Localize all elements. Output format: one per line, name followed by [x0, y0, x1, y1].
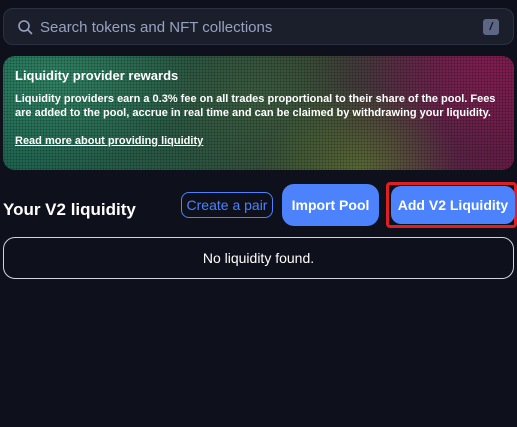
page-title: Your V2 liquidity — [3, 200, 136, 219]
add-v2-liquidity-button[interactable]: Add V2 Liquidity — [391, 186, 515, 224]
liquidity-list: No liquidity found. — [3, 237, 514, 279]
add-v2-liquidity-highlight: Add V2 Liquidity — [386, 182, 517, 228]
create-pair-button[interactable]: Create a pair — [181, 192, 273, 218]
banner-text: Liquidity providers earn a 0.3% fee on a… — [15, 93, 496, 119]
search-icon — [18, 20, 33, 35]
liquidity-rewards-banner: Liquidity provider rewards Liquidity pro… — [3, 56, 514, 170]
import-pool-button[interactable]: Import Pool — [282, 184, 379, 226]
search-bar[interactable]: / — [3, 8, 514, 45]
search-input[interactable] — [40, 16, 470, 38]
search-shortcut-badge: / — [483, 19, 499, 35]
read-more-link[interactable]: Read more about providing liquidity — [15, 135, 203, 147]
banner-title: Liquidity provider rewards — [15, 68, 179, 83]
empty-state-message: No liquidity found. — [202, 250, 315, 266]
